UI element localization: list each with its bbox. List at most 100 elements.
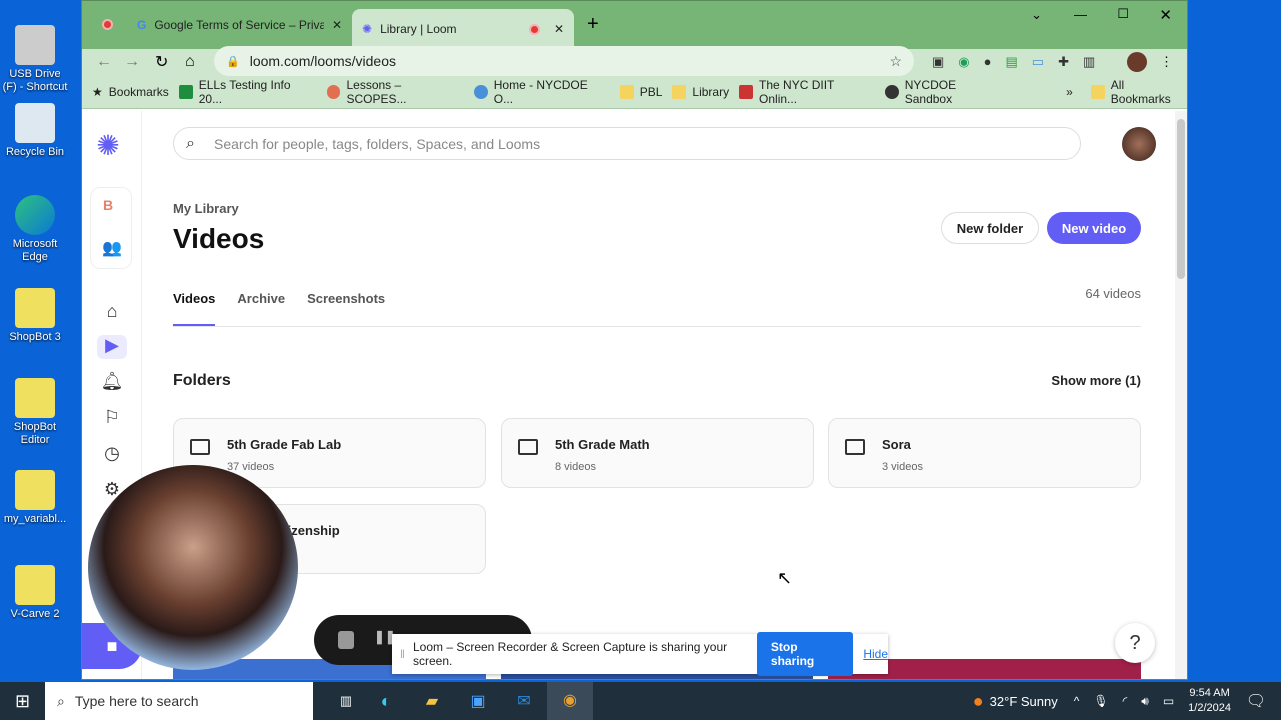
taskbar-search[interactable]: ⌕ Type here to search (45, 682, 313, 720)
folder-count: 8 videos (555, 461, 596, 473)
edge-icon[interactable]: ◐ (363, 691, 409, 712)
bookmark-lessons[interactable]: Lessons – SCOPES... (326, 78, 464, 106)
reload-button[interactable]: ↻ (155, 52, 168, 72)
grammarly-icon[interactable]: ◉ (958, 54, 969, 70)
chevron-up-icon[interactable]: ^ (1074, 694, 1080, 709)
clock-icon[interactable]: ◷ (100, 443, 124, 467)
start-button[interactable]: ⊞ (0, 691, 45, 712)
tab-videos[interactable]: Videos (173, 291, 216, 326)
label: Library (692, 84, 730, 99)
close-icon[interactable]: ✕ (554, 22, 564, 36)
desktop-icon-recycle-bin[interactable]: Recycle Bin (2, 103, 68, 159)
tab-loom-library[interactable]: ✺ Library | Loom ✕ (352, 9, 574, 49)
close-window-button[interactable]: ✕ (1159, 6, 1172, 24)
label: ShopBot 3 (9, 331, 61, 343)
tab-screenshots[interactable]: Screenshots (307, 291, 385, 326)
workspace-avatar[interactable]: B (103, 197, 113, 213)
bookmark-home-nycdoe[interactable]: Home - NYCDOE O... (473, 78, 610, 106)
address-bar[interactable]: 🔒 loom.com/looms/videos ☆ (214, 46, 914, 76)
weather-text: 32°F Sunny (989, 693, 1058, 709)
more-bookmarks-icon[interactable]: » (1066, 85, 1073, 99)
bell-icon[interactable]: 🔔︎ (100, 371, 124, 395)
maximize-button[interactable]: ☐ (1117, 6, 1129, 22)
bookmark-nyc-diit[interactable]: The NYC DIIT Onlin... (739, 78, 875, 106)
forward-button[interactable]: → (124, 53, 140, 71)
tab-archive[interactable]: Archive (237, 291, 285, 326)
menu-icon[interactable]: ⋮ (1160, 54, 1173, 70)
stop-recording-button[interactable] (338, 631, 354, 649)
desktop-icon-edge[interactable]: Microsoft Edge (2, 195, 68, 264)
tab-search-icon[interactable]: ⌄ (1031, 7, 1042, 23)
bookmark-sandbox[interactable]: NYCDOE Sandbox (884, 78, 1006, 106)
bookmark-bookmarks[interactable]: ★ Bookmarks (92, 85, 169, 99)
video-count: 64 videos (1085, 286, 1141, 301)
store-icon[interactable]: ▣ (455, 691, 501, 711)
extension-icon[interactable]: ● (984, 54, 992, 70)
show-more-button[interactable]: Show more (1) (1051, 373, 1141, 388)
notifications-icon[interactable]: 🗨︎ (1231, 691, 1281, 711)
microphone-icon[interactable]: 🎙︎ (1093, 694, 1108, 709)
breadcrumb[interactable]: My Library (173, 201, 239, 216)
file-explorer-icon[interactable]: ▰ (409, 691, 455, 711)
bookmark-star-icon[interactable]: ☆ (889, 53, 902, 70)
tab-google-terms[interactable]: G Google Terms of Service – Privac ✕ (127, 9, 352, 41)
folder-card[interactable]: Sora 3 videos (828, 418, 1141, 488)
desktop-icon-vcarve[interactable]: V-Carve 2 (2, 565, 68, 621)
bookmark-ells[interactable]: ELLs Testing Info 20... (178, 78, 317, 106)
weather-widget[interactable]: ● 32°F Sunny (973, 691, 1058, 712)
help-button[interactable]: ? (1115, 623, 1155, 663)
mail-icon[interactable]: ✉ (501, 691, 547, 711)
drag-handle[interactable]: ‖ (400, 647, 405, 661)
folder-card[interactable]: 5th Grade Math 8 videos (501, 418, 814, 488)
people-icon[interactable]: 👥 (102, 238, 122, 258)
desktop-icon-shopbot-editor[interactable]: ShopBot Editor (2, 378, 68, 447)
back-button[interactable]: ← (96, 53, 112, 71)
folder-name: Sora (882, 437, 911, 452)
folder-icon (1090, 84, 1105, 99)
all-bookmarks[interactable]: All Bookmarks (1090, 77, 1187, 106)
desktop-icon-my-variables[interactable]: my_variabl... (2, 470, 68, 526)
new-tab-button[interactable]: + (587, 13, 599, 36)
library-icon[interactable]: ▶ (97, 335, 127, 359)
webcam-bubble[interactable] (88, 465, 298, 670)
extension-icon[interactable]: ▭ (1032, 54, 1044, 70)
puzzle-icon[interactable]: ✚ (1058, 54, 1069, 70)
label: my_variabl... (3, 513, 67, 525)
loom-logo-icon[interactable]: ✺ (96, 129, 120, 161)
url-text: loom.com/looms/videos (249, 53, 396, 69)
extension-icon[interactable]: ▤ (1006, 54, 1018, 70)
task-view-icon[interactable]: ▥ (329, 693, 363, 709)
desktop-icon-usb[interactable]: USB Drive (F) - Shortcut (2, 25, 68, 94)
search-input[interactable]: ⌕ Search for people, tags, folders, Spac… (173, 127, 1081, 160)
scrollbar[interactable] (1175, 111, 1187, 679)
globe-icon (884, 84, 899, 99)
profile-avatar[interactable] (1127, 52, 1147, 72)
home-icon[interactable]: ⌂ (100, 301, 124, 325)
hide-button[interactable]: Hide (863, 647, 888, 661)
label: USB Drive (F) - Shortcut (2, 68, 68, 93)
new-video-button[interactable]: New video (1047, 212, 1141, 244)
clock[interactable]: 9:54 AM 1/2/2024 (1188, 686, 1231, 716)
new-folder-button[interactable]: New folder (941, 212, 1039, 244)
scrollbar-thumb[interactable] (1177, 119, 1185, 279)
label: All Bookmarks (1110, 77, 1171, 106)
battery-icon[interactable]: ▭ (1163, 694, 1174, 709)
bookmark-library[interactable]: Library (672, 84, 730, 99)
stop-sharing-button[interactable]: Stop sharing (756, 632, 854, 676)
folder-count: 3 videos (882, 461, 923, 473)
share-message: Loom – Screen Recorder & Screen Capture … (412, 640, 728, 668)
weather-icon: ● (972, 690, 984, 711)
volume-icon[interactable]: 🔊︎ (1141, 694, 1149, 709)
wifi-icon[interactable]: ◜ (1123, 694, 1128, 709)
bookmark-icon[interactable]: ⚐ (100, 407, 124, 431)
chrome-icon[interactable]: ◉ (547, 682, 593, 720)
home-button[interactable]: ⌂ (185, 53, 195, 71)
minimize-button[interactable]: — (1074, 7, 1087, 22)
user-avatar[interactable] (1122, 127, 1156, 161)
bookmark-pbl[interactable]: PBL (619, 84, 662, 99)
extension-icon[interactable]: ▣ (932, 54, 944, 70)
side-panel-icon[interactable]: ▥ (1083, 54, 1095, 70)
screen-share-bar: ‖ Loom – Screen Recorder & Screen Captur… (392, 632, 888, 676)
desktop-icon-shopbot3[interactable]: ShopBot 3 (2, 288, 68, 344)
close-icon[interactable]: ✕ (332, 18, 342, 32)
